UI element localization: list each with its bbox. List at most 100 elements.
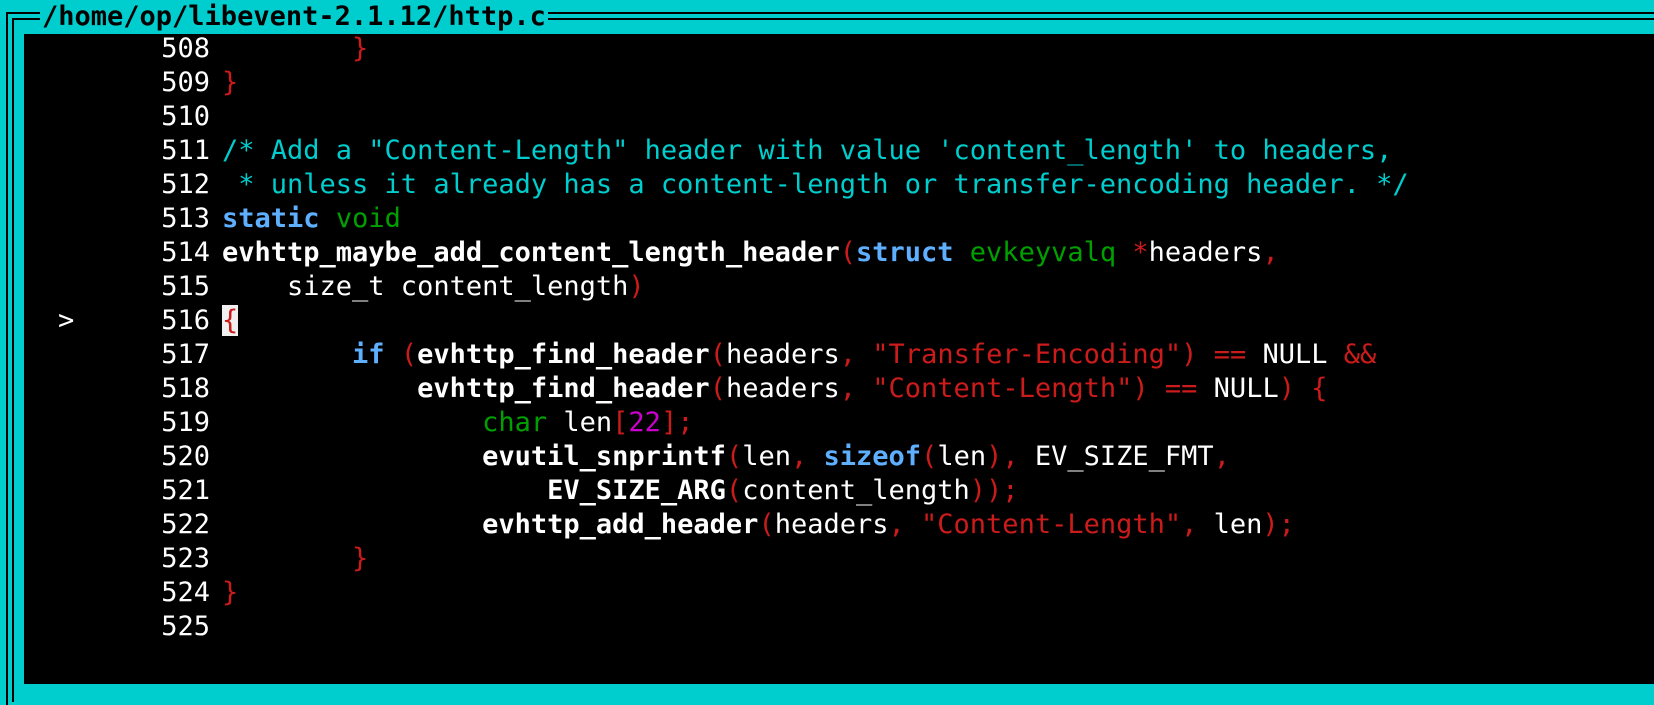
line-number[interactable]: 513 (98, 201, 210, 237)
code-token: ( (400, 339, 418, 370)
code-token: sizeof (823, 441, 922, 472)
code-token: ), (986, 441, 1019, 472)
code-line[interactable]: >516 { (24, 303, 1654, 339)
code-token: && (1343, 339, 1377, 370)
code-pane[interactable]: 508 } 509} 510 511/* Add a "Content-Length"… (24, 34, 1654, 684)
code-token: == (1164, 373, 1198, 404)
code-line[interactable]: 521 EV_SIZE_ARG(content_length)); (24, 473, 1654, 509)
code-token: evhttp_maybe_add_content_length_header (222, 237, 840, 268)
source-text: } (222, 65, 238, 101)
line-number[interactable]: 510 (98, 99, 210, 135)
code-token: , (1213, 441, 1230, 472)
code-token: ( (725, 475, 743, 506)
code-token: == (1213, 339, 1247, 370)
line-number[interactable]: 512 (98, 167, 210, 203)
code-token: ( (709, 373, 726, 404)
code-token: headers (725, 339, 840, 370)
code-line[interactable]: 512 * unless it already has a content-le… (24, 167, 1654, 203)
line-number[interactable]: 524 (98, 575, 210, 611)
line-number[interactable]: 525 (98, 609, 210, 645)
code-token: ( (725, 441, 743, 472)
current-line-marker: > (58, 305, 75, 336)
code-token: } (352, 34, 369, 64)
code-token: headers (1148, 237, 1263, 268)
line-number[interactable]: 518 (98, 371, 210, 407)
line-number[interactable]: 508 (98, 34, 210, 67)
code-token: )); (969, 475, 1019, 506)
line-number[interactable]: 515 (98, 269, 210, 305)
code-line[interactable]: 513 static void (24, 201, 1654, 237)
line-number[interactable]: 511 (98, 133, 210, 169)
code-token: EV_SIZE_FMT (1018, 441, 1214, 472)
code-line[interactable]: 508 } (24, 34, 1654, 67)
code-token: ) (1132, 373, 1149, 404)
source-text: evhttp_maybe_add_content_length_header(s… (222, 235, 1279, 271)
code-token: static (222, 203, 320, 234)
code-line[interactable]: 519 char len[22]; (24, 405, 1654, 441)
code-line[interactable]: 515 size_t content_length) (24, 269, 1654, 305)
code-line[interactable]: 511 /* Add a "Content-Length" header with… (24, 133, 1654, 169)
code-line[interactable]: 517 if (evhttp_find_header(headers, "Tra… (24, 337, 1654, 373)
line-number[interactable]: 519 (98, 405, 210, 441)
line-number[interactable]: 516 (98, 303, 210, 339)
code-token: { (1311, 373, 1328, 404)
code-token: } (222, 67, 239, 98)
code-token: [ (612, 407, 629, 438)
code-token: , (839, 339, 857, 370)
code-token: len (547, 407, 613, 438)
line-number[interactable]: 517 (98, 337, 210, 373)
code-line[interactable]: 520 evutil_snprintf(len, sizeof(len), EV… (24, 439, 1654, 475)
code-token: "Transfer-Encoding" (872, 339, 1182, 370)
code-line[interactable]: 518 evhttp_find_header(headers, "Content… (24, 371, 1654, 407)
code-token: , (839, 373, 857, 404)
code-token: len (937, 441, 987, 472)
code-token: void (335, 203, 401, 234)
code-token: { (222, 305, 239, 336)
code-line[interactable]: 510 (24, 99, 1654, 135)
code-token: "Content-Length" (872, 373, 1133, 404)
code-token: size_t content_length (222, 271, 629, 302)
line-number[interactable]: 521 (98, 473, 210, 509)
code-line[interactable]: 525 (24, 609, 1654, 645)
code-token: evhttp_add_header (482, 509, 759, 540)
source-text: evhttp_add_header(headers, "Content-Leng… (222, 507, 1295, 543)
code-token: ( (758, 509, 775, 540)
line-number[interactable]: 523 (98, 541, 210, 577)
line-number[interactable]: 509 (98, 65, 210, 101)
source-text: static void (222, 201, 401, 237)
code-token: ) (1181, 339, 1198, 370)
code-token: 22 (628, 407, 661, 438)
line-number[interactable]: 522 (98, 507, 210, 543)
code-line[interactable]: 524} (24, 575, 1654, 611)
source-window: /home/op/libevent-2.1.12/http.c 508 } 509… (0, 0, 1654, 705)
code-token: len (742, 441, 791, 472)
source-text: size_t content_length) (222, 269, 645, 305)
code-token: evhttp_find_header (417, 339, 710, 370)
code-token: ); (1262, 509, 1295, 540)
line-number[interactable]: 514 (98, 235, 210, 271)
code-token: if (352, 339, 385, 370)
code-line[interactable]: 514 evhttp_maybe_add_content_length_heade… (24, 235, 1654, 271)
code-token: evkeyvalq (969, 237, 1117, 268)
source-text: } (222, 34, 368, 67)
code-line[interactable]: 523 } (24, 541, 1654, 577)
line-number[interactable]: 520 (98, 439, 210, 475)
code-token: , (790, 441, 808, 472)
code-token: ( (921, 441, 938, 472)
code-token: ]; (660, 407, 694, 438)
code-line[interactable]: 509} (24, 65, 1654, 101)
code-line[interactable]: 522 evhttp_add_header(headers, "Content-… (24, 507, 1654, 543)
code-token: evutil_snprintf (482, 441, 726, 472)
